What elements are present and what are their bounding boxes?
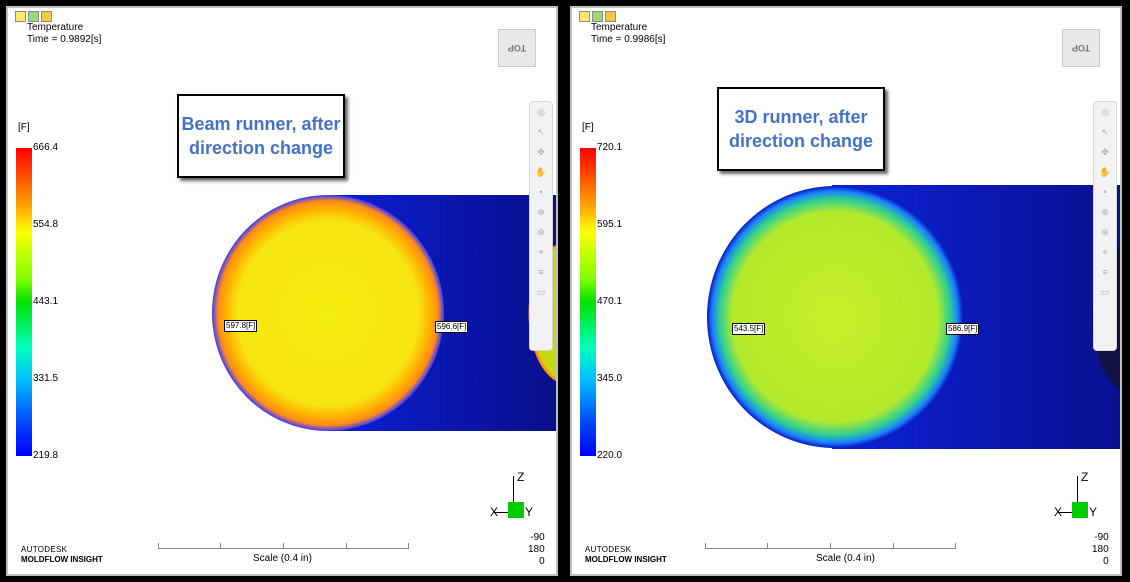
wheel-icon[interactable]: ◎: [1094, 102, 1116, 122]
pan-icon[interactable]: ✥: [530, 142, 552, 162]
temperature-probe: 596.6[F]: [435, 321, 469, 333]
pan-icon[interactable]: ✥: [1094, 142, 1116, 162]
brand-company: AUTODESK: [585, 545, 632, 554]
rotate-icon[interactable]: ⊕: [530, 202, 552, 222]
temperature-probe: 586.9[F]: [946, 323, 980, 335]
axis-x-label: X: [490, 505, 499, 519]
axis-x-label: X: [1054, 505, 1063, 519]
navigation-bar: ◎ ↖ ✥ ✋ • ⊕ ⊛ ⌖ ≡ ▭: [529, 101, 553, 351]
brand-company: AUTODESK: [21, 545, 68, 554]
scale-label: Scale (0.4 in): [816, 553, 875, 564]
angle-value: -90: [1094, 532, 1109, 543]
measure-icon[interactable]: ≡: [530, 262, 552, 282]
fit-icon[interactable]: ⌖: [530, 242, 552, 262]
view-angles: -90 180 0: [1092, 532, 1109, 568]
select-icon[interactable]: ↖: [1094, 122, 1116, 142]
brand-product: MOLDFLOW INSIGHT: [21, 555, 103, 564]
orbit-icon[interactable]: ⊛: [1094, 222, 1116, 242]
hand-icon[interactable]: ✋: [530, 162, 552, 182]
angle-value: 0: [539, 556, 545, 567]
wheel-icon[interactable]: ◎: [530, 102, 552, 122]
hand-icon[interactable]: ✋: [1094, 162, 1116, 182]
runner-plot: [212, 195, 556, 431]
viewport-right[interactable]: Temperature Time = 0.9986[s] TOP [F] 720…: [570, 6, 1122, 576]
clip-icon[interactable]: ▭: [1094, 282, 1116, 302]
zoom-icon[interactable]: •: [1094, 182, 1116, 202]
callout-label: 3D runner, after direction change: [717, 87, 885, 171]
fit-icon[interactable]: ⌖: [1094, 242, 1116, 262]
angle-value: 180: [528, 544, 545, 555]
view-angles: -90 180 0: [528, 532, 545, 568]
clip-icon[interactable]: ▭: [530, 282, 552, 302]
zoom-icon[interactable]: •: [530, 182, 552, 202]
angle-value: 0: [1103, 556, 1109, 567]
runner-cross-section: [707, 186, 963, 448]
temperature-probe: 597.8[F]: [224, 320, 258, 332]
callout-label: Beam runner, after direction change: [177, 94, 345, 178]
angle-value: 180: [1092, 544, 1109, 555]
axis-z-label: Z: [1081, 470, 1089, 484]
navigation-bar: ◎ ↖ ✥ ✋ • ⊕ ⊛ ⌖ ≡ ▭: [1093, 101, 1117, 351]
angle-value: -90: [530, 532, 545, 543]
brand-product: MOLDFLOW INSIGHT: [585, 555, 667, 564]
measure-icon[interactable]: ≡: [1094, 262, 1116, 282]
temperature-probe: 543.5[F]: [732, 323, 766, 335]
axis-y-label: Y: [1089, 505, 1098, 519]
select-icon[interactable]: ↖: [530, 122, 552, 142]
scale-label: Scale (0.4 in): [253, 553, 312, 564]
axis-triad: Z X Y: [1052, 470, 1102, 520]
axis-triad: Z X Y: [488, 470, 538, 520]
viewport-left[interactable]: Temperature Time = 0.9892[s] TOP [F] 666…: [6, 6, 558, 576]
runner-cross-section: [212, 195, 444, 431]
orbit-icon[interactable]: ⊛: [530, 222, 552, 242]
rotate-icon[interactable]: ⊕: [1094, 202, 1116, 222]
axis-z-label: Z: [517, 470, 525, 484]
axis-y-label: Y: [525, 505, 534, 519]
scale-bar: [705, 538, 956, 549]
scale-bar: [158, 538, 409, 549]
